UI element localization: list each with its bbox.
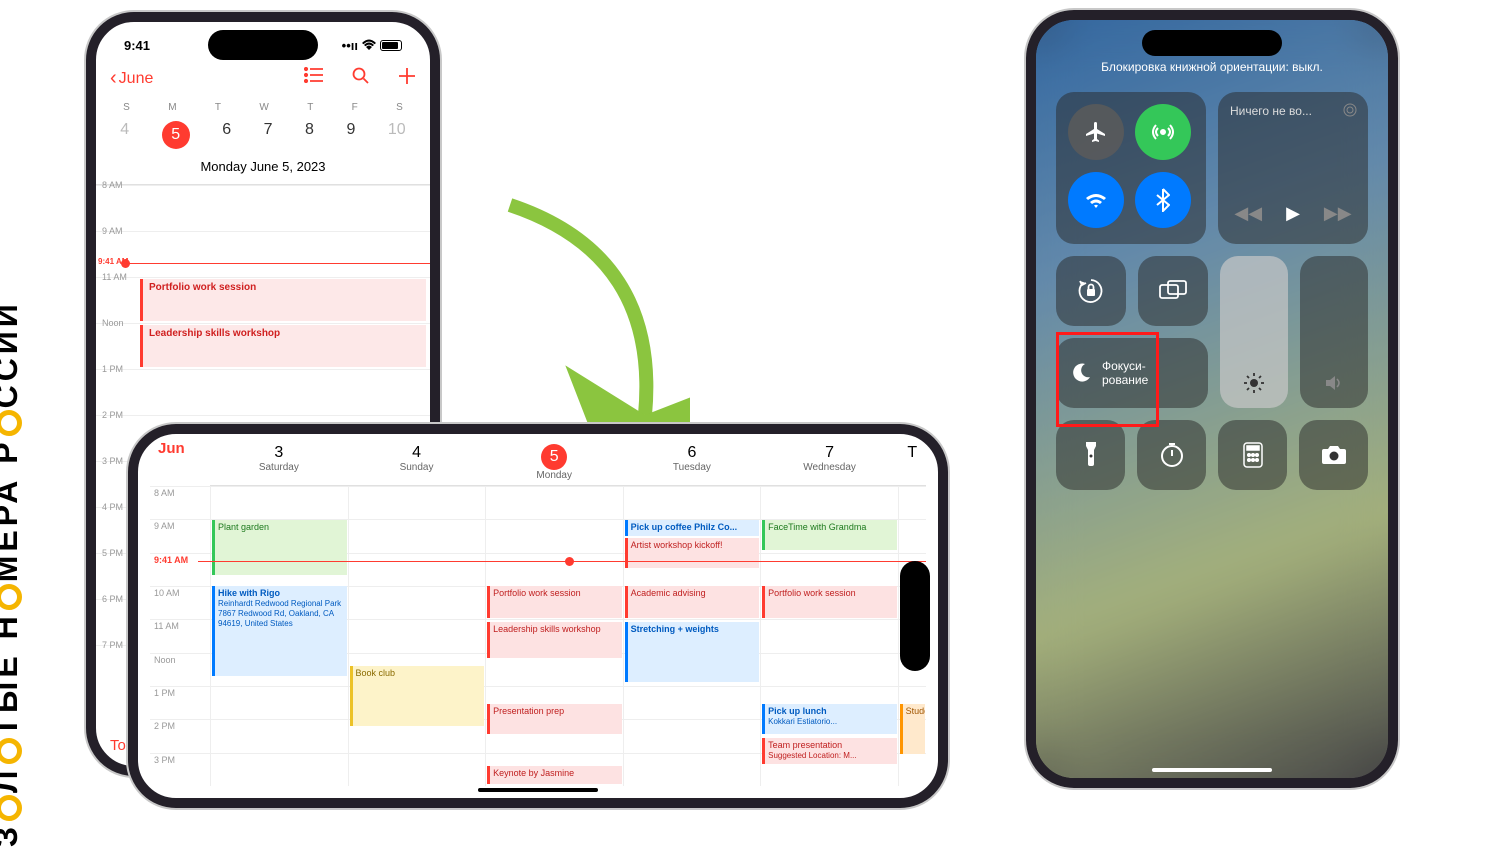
list-view-icon[interactable]	[304, 67, 324, 90]
orientation-lock-status: Блокировка книжной ориентации: выкл.	[1056, 60, 1368, 74]
airplane-mode-icon[interactable]	[1068, 104, 1124, 160]
brand-o-icon	[0, 584, 22, 610]
event-mon-portfolio[interactable]: Portfolio work session	[487, 586, 622, 618]
highlight-annotation	[1056, 332, 1159, 427]
event-wed-facetime[interactable]: FaceTime with Grandma	[762, 520, 897, 550]
event-mon-leadership[interactable]: Leadership skills workshop	[487, 622, 622, 658]
col-wed[interactable]: 7Wednesday	[761, 440, 899, 486]
play-icon[interactable]: ▶	[1286, 203, 1300, 224]
bluetooth-icon[interactable]	[1135, 172, 1191, 228]
rotate-arrow-icon	[490, 195, 690, 445]
forward-icon[interactable]: ▶▶	[1324, 203, 1352, 224]
media-title: Ничего не во...	[1230, 104, 1356, 118]
orientation-lock-button[interactable]	[1056, 256, 1126, 326]
brand-o-icon	[0, 795, 22, 821]
event-plant[interactable]: Plant garden	[212, 520, 347, 575]
col-mon-selected[interactable]: 5Monday	[485, 440, 623, 486]
event-wed-team[interactable]: Team presentationSuggested Location: M..…	[762, 738, 897, 764]
day-4[interactable]: 4	[120, 121, 129, 149]
connectivity-panel[interactable]	[1056, 92, 1206, 244]
battery-icon	[380, 40, 402, 51]
speaker-icon	[1323, 372, 1345, 394]
airplay-icon[interactable]	[1342, 102, 1358, 118]
camera-button[interactable]	[1299, 420, 1368, 490]
now-line	[198, 561, 926, 562]
event-book-club[interactable]: Book club	[350, 666, 485, 726]
now-label: 9:41 AM	[98, 257, 128, 266]
home-indicator[interactable]	[1152, 768, 1272, 772]
iphone-landscape-frame: Jun 3Saturday 4Sunday 5Monday 6Tuesday 7…	[128, 424, 948, 808]
event-mon-prep[interactable]: Presentation prep	[487, 704, 622, 734]
notch	[1142, 30, 1282, 56]
event-hike[interactable]: Hike with Rigo Reinhardt Redwood Regiona…	[212, 586, 347, 676]
day-7[interactable]: 7	[264, 121, 273, 149]
status-time: 9:41	[124, 38, 150, 53]
home-indicator[interactable]	[478, 788, 598, 792]
full-date-label: Monday June 5, 2023	[96, 159, 430, 185]
flashlight-button[interactable]	[1056, 420, 1125, 490]
event-thu-student[interactable]: Student	[900, 704, 925, 754]
dynamic-island	[208, 30, 318, 60]
day-9[interactable]: 9	[346, 121, 355, 149]
daycol-sun: Book club	[348, 486, 486, 786]
daycol-mon: Portfolio work session Leadership skills…	[485, 486, 623, 786]
daycol-wed: FaceTime with Grandma Portfolio work ses…	[760, 486, 898, 786]
event-tue-artist[interactable]: Artist workshop kickoff!	[625, 538, 760, 568]
rewind-icon[interactable]: ◀◀	[1234, 203, 1262, 224]
event-tue-advising[interactable]: Academic advising	[625, 586, 760, 618]
date-row: 4 5 6 7 8 9 10	[96, 115, 430, 159]
event-tue-stretch[interactable]: Stretching + weights	[625, 622, 760, 682]
media-panel[interactable]: Ничего не во... ◀◀ ▶ ▶▶	[1218, 92, 1368, 244]
day-6[interactable]: 6	[222, 121, 231, 149]
brand-o-icon	[0, 410, 22, 436]
event-portfolio[interactable]: Portfolio work session	[140, 279, 426, 321]
col-tue[interactable]: 6Tuesday	[623, 440, 761, 486]
cellular-icon: ••ıı	[342, 38, 358, 53]
brightness-slider[interactable]	[1220, 256, 1288, 408]
daycol-sat: Plant garden Hike with Rigo Reinhardt Re…	[210, 486, 348, 786]
event-leadership[interactable]: Leadership skills workshop	[140, 325, 426, 367]
col-sat[interactable]: 3Saturday	[210, 440, 348, 486]
week-body[interactable]: 8 AM 9 AM 9:41 AM 10 AM 11 AM Noon 1 PM …	[150, 486, 926, 786]
day-5-selected[interactable]: 5	[162, 121, 190, 149]
wifi-icon[interactable]	[1068, 172, 1124, 228]
volume-slider[interactable]	[1300, 256, 1368, 408]
day-10[interactable]: 10	[388, 121, 406, 149]
event-wed-portfolio[interactable]: Portfolio work session	[762, 586, 897, 618]
col-thu-partial: T	[898, 440, 926, 486]
brand-vertical-text: ЗЛТЫЕ НМЕРА РССИИ	[0, 300, 25, 847]
back-button[interactable]: ‹ June	[110, 67, 153, 90]
event-mon-keynote[interactable]: Keynote by Jasmine	[487, 766, 622, 784]
brand-o-icon	[0, 739, 22, 765]
col-sun[interactable]: 4Sunday	[348, 440, 486, 486]
day-8[interactable]: 8	[305, 121, 314, 149]
chevron-left-icon: ‹	[110, 67, 117, 90]
search-icon[interactable]	[352, 67, 370, 90]
dynamic-island	[900, 561, 930, 671]
weekday-row: SMTWTFS	[96, 100, 430, 115]
add-icon[interactable]	[398, 67, 416, 90]
daycol-tue: Pick up coffee Philz Co... Artist worksh…	[623, 486, 761, 786]
calculator-button[interactable]	[1218, 420, 1287, 490]
wifi-icon	[362, 38, 376, 53]
month-label[interactable]: Jun	[150, 440, 210, 486]
screen-mirroring-button[interactable]	[1138, 256, 1208, 326]
cellular-data-icon[interactable]	[1135, 104, 1191, 160]
event-tue-coffee[interactable]: Pick up coffee Philz Co...	[625, 520, 760, 536]
sun-icon	[1243, 372, 1265, 394]
week-header: Jun 3Saturday 4Sunday 5Monday 6Tuesday 7…	[150, 440, 926, 486]
timer-button[interactable]	[1137, 420, 1206, 490]
event-wed-lunch[interactable]: Pick up lunchKokkari Estiatorio...	[762, 704, 897, 734]
